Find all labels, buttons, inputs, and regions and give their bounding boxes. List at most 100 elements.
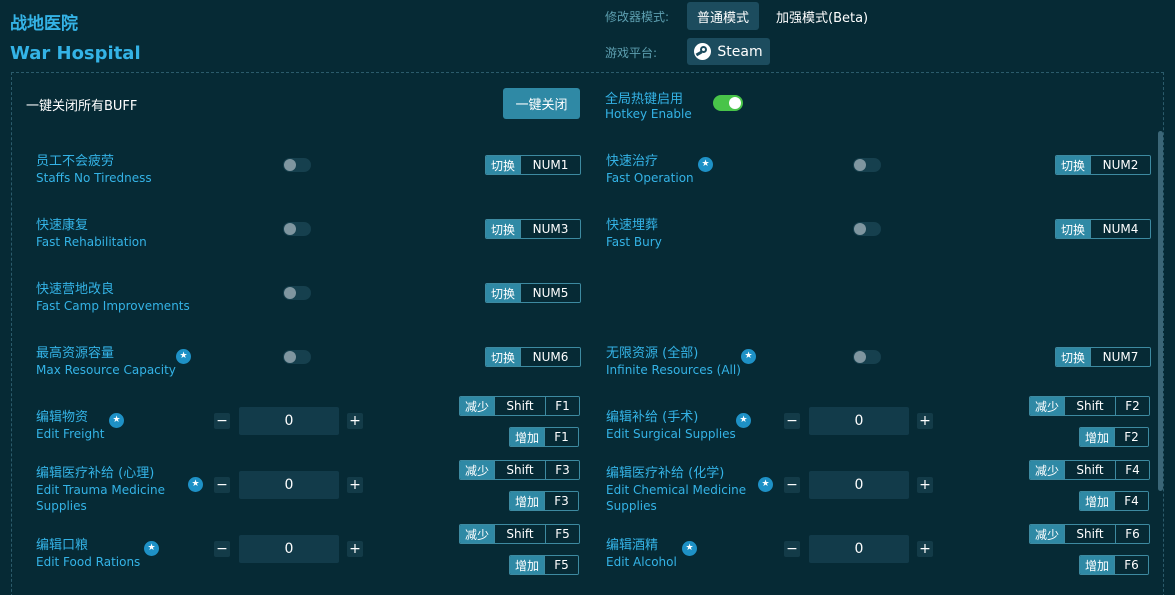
increment-button[interactable]: + [917,477,933,493]
normal-mode-button[interactable]: 普通模式 [687,2,759,30]
key-cell: F4 [1114,492,1148,510]
steam-button[interactable]: Steam [687,38,770,65]
app-title-en: War Hospital [10,43,141,64]
option-label-cn: 快速埋葬 [606,218,659,233]
close-all-button[interactable]: 一键关闭 [503,88,580,119]
key-cell: NUM1 [520,156,580,174]
key-cell: NUM7 [1090,348,1150,366]
option-fast-operation: 快速治疗 Fast Operation [606,150,694,186]
value-input-food-rations[interactable]: 0 [239,535,339,563]
decrement-button[interactable]: − [784,413,800,429]
toggle-max-resource-capacity[interactable] [283,350,311,364]
hotkey-increase-surgical-supplies[interactable]: 增加 F2 [1079,427,1149,447]
option-label-cn: 无限资源 (全部) [606,346,699,361]
option-label-cn: 编辑补给 (手术) [606,410,699,425]
hotkey-increase-alcohol[interactable]: 增加 F6 [1079,555,1149,575]
option-edit-alcohol: 编辑酒精 Edit Alcohol [606,534,677,570]
enhanced-mode-button[interactable]: 加强模式(Beta) [772,2,872,30]
toggle-fast-bury[interactable] [853,222,881,236]
hotkey-max-resource-capacity[interactable]: 切换 NUM6 [485,347,581,367]
key-cell: NUM6 [520,348,580,366]
key-modifier: Shift [1064,525,1115,543]
decrement-button[interactable]: − [784,477,800,493]
key-modifier: Shift [494,461,545,479]
key-cell: NUM3 [520,220,580,238]
scrollbar[interactable] [1158,131,1163,491]
hotkey-decrease-freight[interactable]: 减少 Shift F1 [459,396,580,416]
value-input-chemical-medicine[interactable]: 0 [809,471,909,499]
increment-button[interactable]: + [917,541,933,557]
toggle-infinite-resources[interactable] [853,350,881,364]
hotkey-staffs-no-tiredness[interactable]: 切换 NUM1 [485,155,581,175]
option-label-en: Infinite Resources (All) [606,363,741,377]
key-action-label: 切换 [1056,348,1090,366]
increment-button[interactable]: + [347,477,363,493]
key-cell: NUM5 [520,284,580,302]
hotkey-infinite-resources[interactable]: 切换 NUM7 [1055,347,1151,367]
close-all-buff-label: 一键关闭所有BUFF [26,99,138,114]
key-action-label: 切换 [486,156,520,174]
key-cell: F5 [545,525,579,543]
key-cell: F1 [544,428,578,446]
hotkey-fast-bury[interactable]: 切换 NUM4 [1055,219,1151,239]
key-action-label: 切换 [486,220,520,238]
toggle-fast-rehabilitation[interactable] [283,222,311,236]
toggle-fast-operation[interactable] [853,158,881,172]
key-action-label: 切换 [1056,220,1090,238]
hotkey-increase-trauma-medicine[interactable]: 增加 F3 [509,491,579,511]
key-cell: NUM2 [1090,156,1150,174]
hotkey-enable-toggle[interactable] [713,95,743,111]
value-input-alcohol[interactable]: 0 [809,535,909,563]
key-cell: F3 [545,461,579,479]
option-label-cn: 编辑医疗补给 (心理) [36,466,155,481]
hotkey-fast-rehabilitation[interactable]: 切换 NUM3 [485,219,581,239]
toggle-fast-camp-improvements[interactable] [283,286,311,300]
hotkey-fast-camp-improvements[interactable]: 切换 NUM5 [485,283,581,303]
star-icon: ★ [698,157,713,172]
hotkey-fast-operation[interactable]: 切换 NUM2 [1055,155,1151,175]
decrement-button[interactable]: − [214,541,230,557]
option-label-cn: 编辑医疗补给 (化学) [606,466,725,481]
option-label-en: Max Resource Capacity [36,363,176,377]
option-label-cn: 编辑口粮 [36,538,89,553]
increment-button[interactable]: + [917,413,933,429]
key-modifier: Shift [494,397,545,415]
key-action-label: 增加 [1080,428,1114,446]
value-input-trauma-medicine[interactable]: 0 [239,471,339,499]
hotkey-decrease-food-rations[interactable]: 减少 Shift F5 [459,524,580,544]
key-modifier: Shift [494,525,545,543]
option-label-cn: 快速营地改良 [36,282,115,297]
option-label-cn: 编辑物资 [36,410,89,425]
hotkey-increase-chemical-medicine[interactable]: 增加 F4 [1079,491,1149,511]
value-input-freight[interactable]: 0 [239,407,339,435]
star-icon: ★ [741,349,756,364]
key-modifier: Shift [1064,461,1115,479]
decrement-button[interactable]: − [784,541,800,557]
toggle-staffs-no-tiredness[interactable] [283,158,311,172]
increment-button[interactable]: + [347,413,363,429]
decrement-button[interactable]: − [214,413,230,429]
hotkey-increase-freight[interactable]: 增加 F1 [509,427,579,447]
hotkey-decrease-trauma-medicine[interactable]: 减少 Shift F3 [459,460,580,480]
hotkey-decrease-alcohol[interactable]: 减少 Shift F6 [1029,524,1150,544]
option-label-cn: 最高资源容量 [36,346,115,361]
hotkey-decrease-surgical-supplies[interactable]: 减少 Shift F2 [1029,396,1150,416]
option-label-en: Edit Freight [36,427,105,441]
hotkey-increase-food-rations[interactable]: 增加 F5 [509,555,579,575]
cheat-panel [11,72,1164,595]
increment-button[interactable]: + [347,541,363,557]
value-input-surgical-supplies[interactable]: 0 [809,407,909,435]
option-edit-freight: 编辑物资 Edit Freight [36,406,104,442]
key-action-label: 减少 [460,397,494,415]
key-action-label: 增加 [1080,556,1114,574]
platform-label: 游戏平台: [605,46,658,60]
option-label-en: Edit Alcohol [606,555,677,569]
key-cell: F2 [1115,397,1149,415]
option-label-en: Fast Operation [606,171,694,185]
option-label-en: Staffs No Tiredness [36,171,152,185]
decrement-button[interactable]: − [214,477,230,493]
key-action-label: 减少 [1030,461,1064,479]
option-fast-bury: 快速埋葬 Fast Bury [606,214,662,250]
option-max-resource-capacity: 最高资源容量 Max Resource Capacity [36,342,176,378]
hotkey-decrease-chemical-medicine[interactable]: 减少 Shift F4 [1029,460,1150,480]
